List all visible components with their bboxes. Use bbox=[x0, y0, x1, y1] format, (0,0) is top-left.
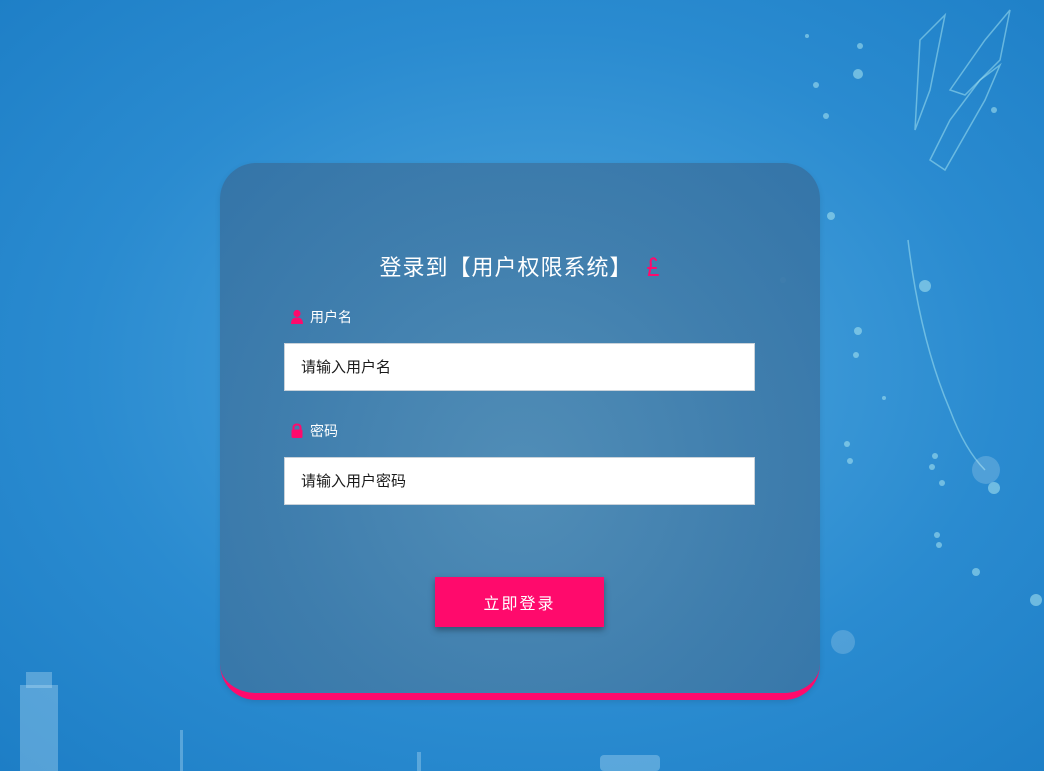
user-icon bbox=[290, 309, 304, 325]
login-title: 登录到【用户权限系统】 bbox=[379, 256, 633, 281]
password-label-row: 密码 bbox=[290, 421, 338, 441]
username-input[interactable] bbox=[284, 343, 755, 391]
pound-sign-icon bbox=[645, 255, 661, 277]
password-input[interactable] bbox=[284, 457, 755, 505]
username-label-row: 用户名 bbox=[290, 307, 352, 327]
password-label: 密码 bbox=[310, 424, 338, 440]
lock-icon bbox=[290, 423, 304, 439]
login-button[interactable]: 立即登录 bbox=[435, 577, 604, 627]
login-page: 登录到【用户权限系统】 用户名 请输入用户名 密码 立即登录 bbox=[0, 0, 1044, 771]
username-label: 用户名 bbox=[310, 310, 352, 326]
login-card: 登录到【用户权限系统】 用户名 请输入用户名 密码 立即登录 bbox=[220, 163, 820, 700]
login-title-row: 登录到【用户权限系统】 bbox=[220, 249, 820, 283]
